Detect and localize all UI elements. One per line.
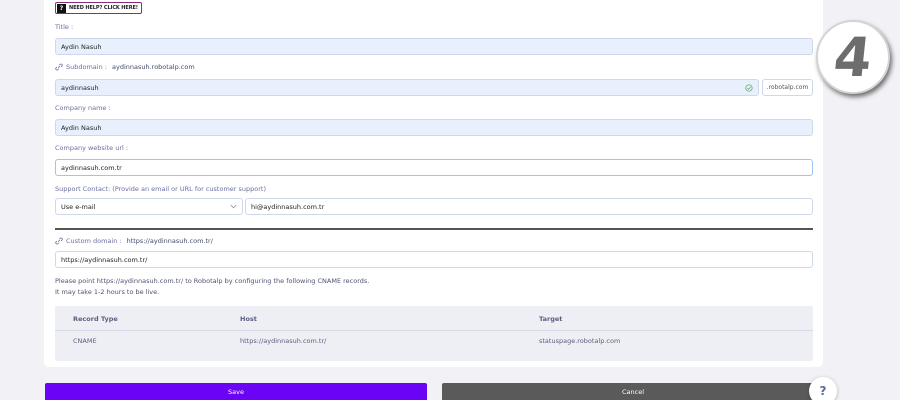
cancel-button[interactable]: Cancel	[442, 383, 824, 400]
step-number: 4	[830, 26, 876, 89]
website-input[interactable]: aydinnasuh.com.tr	[55, 159, 813, 176]
custom-domain-link[interactable]: https://aydinnasuh.com.tr/	[127, 237, 213, 245]
question-icon: ?	[57, 3, 66, 13]
subdomain-label: Subdomain :	[66, 63, 107, 71]
check-circle-icon	[745, 83, 753, 92]
subdomain-suffix: .robotalp.com	[762, 79, 813, 96]
save-button[interactable]: Save	[45, 383, 427, 400]
need-help-text: NEED HELP? CLICK HERE!	[69, 5, 138, 11]
chevron-down-icon	[230, 204, 237, 209]
subdomain-row: Subdomain : aydinnasuh.robotalp.com	[55, 63, 195, 71]
title-label: Title :	[55, 23, 74, 31]
link-icon	[55, 237, 63, 245]
custom-domain-label: Custom domain :	[66, 237, 122, 245]
need-help-link[interactable]: ? NEED HELP? CLICK HERE!	[55, 2, 142, 14]
table-cell-host: https://aydinnasuh.com.tr/	[240, 337, 327, 345]
table-header-record-type: Record Type	[73, 315, 118, 323]
table-cell-record-type: CNAME	[73, 337, 97, 345]
title-input[interactable]: Aydin Nasuh	[55, 38, 813, 55]
company-name-label: Company name :	[55, 104, 111, 112]
support-type-select[interactable]: Use e-mail	[55, 198, 243, 215]
support-contact-label: Support Contact: (Provide an email or UR…	[55, 185, 267, 193]
cname-table	[55, 306, 813, 361]
subdomain-input[interactable]: aydinnasuh	[55, 79, 759, 96]
table-header-target: Target	[539, 315, 563, 323]
company-name-input[interactable]: Aydin Nasuh	[55, 119, 813, 136]
subdomain-link[interactable]: aydinnasuh.robotalp.com	[112, 63, 195, 71]
table-cell-target: statuspage.robotalp.com	[539, 337, 621, 345]
support-type-value: Use e-mail	[61, 202, 96, 211]
cname-instruction: Please point https://aydinnasuh.com.tr/ …	[55, 277, 370, 285]
website-label: Company website url :	[55, 144, 129, 152]
live-time-note: It may take 1-2 hours to be live.	[55, 288, 160, 296]
support-contact-input[interactable]: hi@aydinnasuh.com.tr	[245, 198, 813, 215]
help-fab-button[interactable]: ?	[809, 377, 837, 400]
subdomain-value: aydinnasuh	[61, 83, 99, 92]
help-question-icon: ?	[819, 384, 827, 398]
link-icon	[55, 63, 63, 71]
table-row-divider	[55, 330, 813, 331]
table-header-host: Host	[240, 315, 257, 323]
custom-domain-row: Custom domain : https://aydinnasuh.com.t…	[55, 237, 213, 245]
section-divider	[55, 228, 813, 230]
custom-domain-input[interactable]: https://aydinnasuh.com.tr/	[55, 251, 813, 268]
step-number-badge: 4	[816, 20, 890, 94]
